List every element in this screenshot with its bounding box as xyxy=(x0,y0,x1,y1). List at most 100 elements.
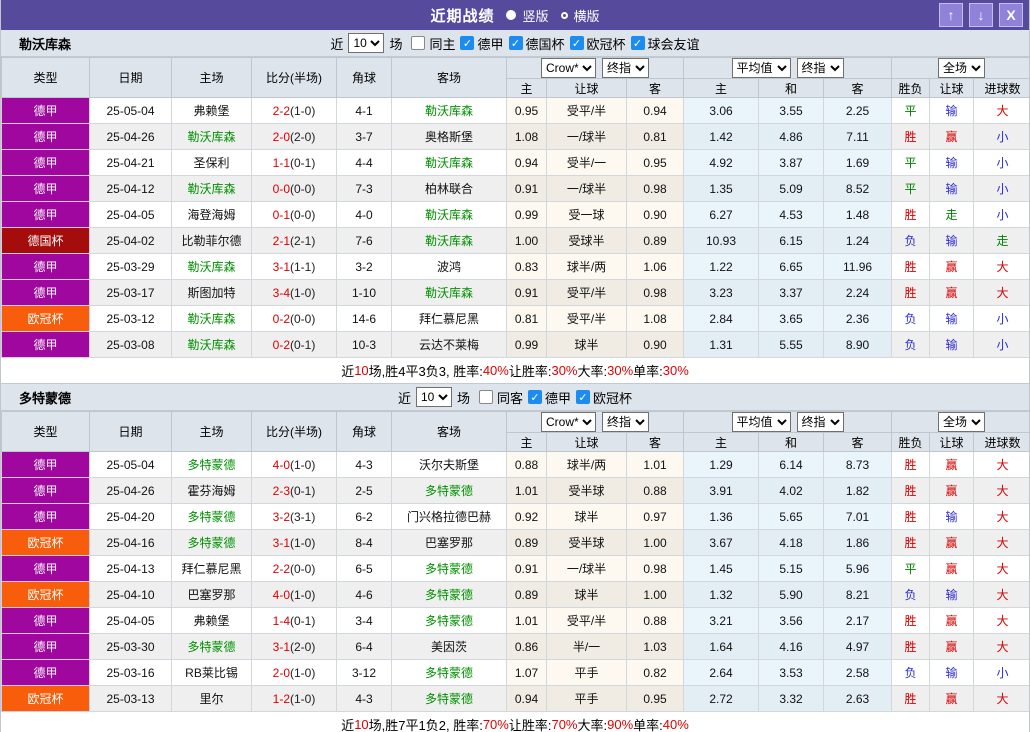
league-type-badge: 德甲 xyxy=(1,97,90,124)
match-count-select[interactable]: 10 xyxy=(415,387,452,407)
score-cell: 1-2(1-0) xyxy=(251,685,337,712)
hcap-result: 赢 xyxy=(929,685,975,712)
same-venue-label[interactable]: 同客 xyxy=(497,388,523,407)
recent-results-panel: 近期战绩 竖版 横版 ↑ ↓ X 勒沃库森 近 10 场同主 ✓ 德甲 ✓ 德国杯 ✓ 欧冠杯 ✓… xyxy=(0,0,1030,732)
match-date: 25-04-10 xyxy=(89,581,172,608)
league-type-badge: 德甲 xyxy=(1,555,90,582)
league-checkbox[interactable]: ✓ xyxy=(528,390,542,404)
match-date: 25-04-02 xyxy=(89,227,172,254)
hcap-home-odds: 0.86 xyxy=(506,633,547,660)
avg-draw-odds: 3.55 xyxy=(758,97,825,124)
match-date: 25-04-05 xyxy=(89,201,172,228)
goals-result: 大 xyxy=(973,633,1029,660)
halftime-score: (1-0) xyxy=(290,457,316,472)
away-team: 多特蒙德 xyxy=(391,607,507,634)
europe-stage-select[interactable]: 终指 xyxy=(796,412,844,432)
match-date: 25-03-30 xyxy=(89,633,172,660)
same-venue-checkbox[interactable] xyxy=(411,36,426,50)
halftime-score: (1-0) xyxy=(290,285,316,300)
corners-cell: 4-3 xyxy=(336,685,392,712)
average-select[interactable]: 平均值 xyxy=(731,412,791,432)
away-team: 拜仁慕尼黑 xyxy=(391,305,507,332)
home-team: 比勒菲尔德 xyxy=(171,227,252,254)
score-cell: 0-1(0-0) xyxy=(251,201,337,228)
league-checkbox[interactable]: ✓ xyxy=(569,36,584,50)
hcap-home-odds: 0.81 xyxy=(506,305,547,332)
horizontal-layout-label[interactable]: 横版 xyxy=(574,6,600,25)
filter-count-prefix: 近 xyxy=(397,390,411,406)
match-row: 德甲 25-04-26 霍芬海姆 2-3(0-1) 2-5 多特蒙德 1.01 受半球 0.88… xyxy=(1,477,1029,504)
bookmaker-select[interactable]: Crow* xyxy=(541,58,596,78)
summary-segment: 30% xyxy=(662,363,689,378)
match-row: 欧冠杯 25-03-12 勒沃库森 0-2(0-0) 14-6 拜仁慕尼黑 0.81 受平/半… xyxy=(1,305,1029,332)
avg-draw-odds: 4.53 xyxy=(758,201,825,228)
match-row: 德甲 25-04-26 勒沃库森 2-0(2-0) 3-7 奥格斯堡 1.08 一/球半 0.8… xyxy=(1,123,1029,150)
hcap-line: 受半球 xyxy=(546,529,627,556)
vertical-layout-label[interactable]: 竖版 xyxy=(522,6,548,25)
home-team: 勒沃库森 xyxy=(171,123,252,150)
league-checkbox[interactable]: ✓ xyxy=(508,36,523,50)
league-checkbox-label[interactable]: 德甲 xyxy=(545,388,571,407)
fulltime-score: 2-0 xyxy=(272,665,290,680)
halftime-score: (1-0) xyxy=(290,535,316,550)
fulltime-score: 1-2 xyxy=(272,691,290,706)
hcap-home-odds: 0.91 xyxy=(506,175,547,202)
hcap-line: 球半 xyxy=(546,581,627,608)
odds-stage-select[interactable]: 终指 xyxy=(602,58,649,78)
hcap-away-odds: 1.01 xyxy=(625,451,685,478)
vertical-layout-radio[interactable] xyxy=(506,10,517,20)
match-row: 德甲 25-05-04 弗赖堡 2-2(1-0) 4-1 勒沃库森 0.95 受平/半 0.94… xyxy=(1,97,1029,124)
league-checkbox-label[interactable]: 欧冠杯 xyxy=(587,34,626,53)
avg-home-odds: 10.93 xyxy=(683,227,760,254)
league-type-badge: 欧冠杯 xyxy=(1,581,90,608)
odds-stage-select[interactable]: 终指 xyxy=(602,412,649,432)
score-cell: 2-0(1-0) xyxy=(251,659,337,686)
hcap-result: 走 xyxy=(929,201,975,228)
goals-result: 小 xyxy=(973,331,1029,358)
score-cell: 0-2(0-0) xyxy=(251,305,337,332)
window-buttons: ↑ ↓ X xyxy=(939,3,1023,27)
fulltime-select[interactable]: 全场 xyxy=(938,58,986,78)
league-type-badge: 德甲 xyxy=(1,451,90,478)
same-venue-label[interactable]: 同主 xyxy=(429,34,455,53)
col-hcap-result: 让球 xyxy=(929,432,975,452)
avg-home-odds: 3.67 xyxy=(683,529,760,556)
avg-home-odds: 2.64 xyxy=(683,659,760,686)
avg-away-odds: 2.58 xyxy=(823,659,893,686)
fulltime-select[interactable]: 全场 xyxy=(938,412,986,432)
league-checkbox-label[interactable]: 欧冠杯 xyxy=(593,388,632,407)
score-cell: 2-0(2-0) xyxy=(251,123,337,150)
europe-stage-select[interactable]: 终指 xyxy=(796,58,844,78)
match-count-select[interactable]: 10 xyxy=(348,33,385,53)
league-checkbox[interactable]: ✓ xyxy=(630,36,645,50)
hcap-result: 赢 xyxy=(929,451,975,478)
league-type-badge: 德国杯 xyxy=(1,227,90,254)
hcap-line: 受球半 xyxy=(546,227,627,254)
league-checkbox[interactable]: ✓ xyxy=(576,390,591,404)
bookmaker-select[interactable]: Crow* xyxy=(541,412,596,432)
filter-count-suffix: 场 xyxy=(389,36,403,52)
avg-away-odds: 1.69 xyxy=(823,149,893,176)
avg-draw-odds: 4.16 xyxy=(758,633,825,660)
close-icon[interactable]: X xyxy=(999,3,1023,27)
avg-away-odds: 11.96 xyxy=(823,253,893,280)
filter-bar: 多特蒙德 近 10 场同客 ✓ 德甲 ✓ 欧冠杯 xyxy=(1,384,1029,411)
league-checkbox-label[interactable]: 球会友谊 xyxy=(648,34,700,53)
goals-result: 大 xyxy=(973,555,1029,582)
home-team: RB莱比锡 xyxy=(171,659,252,686)
score-cell: 4-0(1-0) xyxy=(251,581,337,608)
match-row: 德甲 25-03-08 勒沃库森 0-2(0-1) 10-3 云达不莱梅 0.99 球半 0.9… xyxy=(1,331,1029,358)
summary-segment: 30% xyxy=(607,363,634,378)
avg-draw-odds: 5.09 xyxy=(758,175,825,202)
move-down-icon[interactable]: ↓ xyxy=(969,3,993,27)
horizontal-layout-radio[interactable] xyxy=(560,11,568,19)
same-venue-checkbox[interactable] xyxy=(478,390,493,404)
match-date: 25-04-13 xyxy=(89,555,172,582)
summary-segment: 场,胜4平3负3, 胜率: xyxy=(368,364,483,379)
league-checkbox-label[interactable]: 德甲 xyxy=(477,34,503,53)
league-checkbox[interactable]: ✓ xyxy=(460,36,475,50)
fulltime-score: 4-0 xyxy=(272,587,290,602)
move-up-icon[interactable]: ↑ xyxy=(939,3,963,27)
average-select[interactable]: 平均值 xyxy=(731,58,791,78)
league-checkbox-label[interactable]: 德国杯 xyxy=(526,34,565,53)
